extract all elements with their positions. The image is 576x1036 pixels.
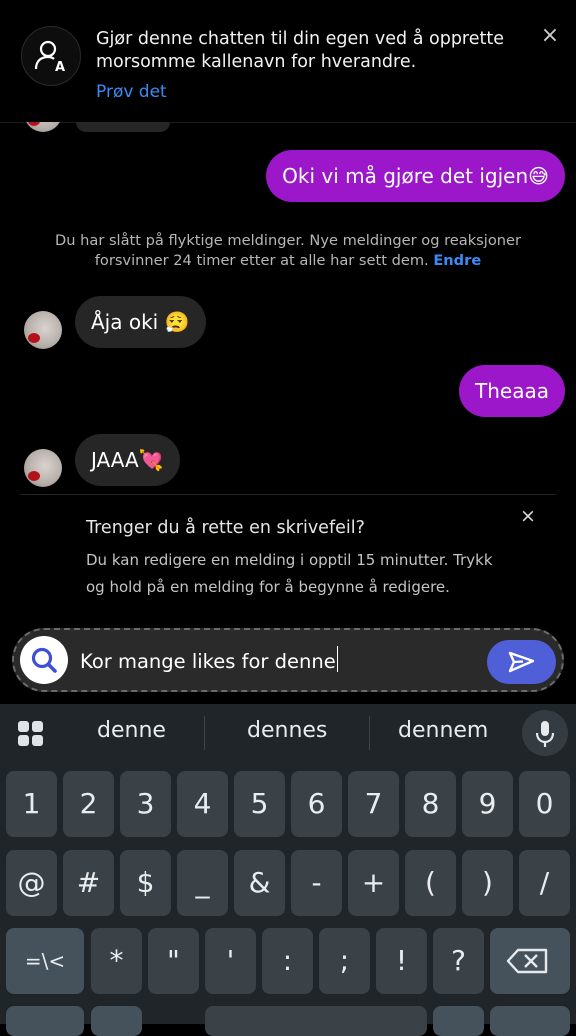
contact-avatar[interactable] <box>24 311 62 349</box>
edit-tip-body: Du kan redigere en melding i opptil 15 m… <box>86 551 493 596</box>
divider <box>20 494 556 495</box>
enter-key[interactable] <box>490 1006 570 1036</box>
suggestion-3[interactable]: dennem <box>398 718 488 743</box>
space-key[interactable] <box>205 1006 427 1036</box>
key-3[interactable]: 3 <box>120 771 171 837</box>
key-minus[interactable]: - <box>291 850 342 916</box>
key-2[interactable]: 2 <box>63 771 114 837</box>
backspace-key[interactable] <box>490 928 570 994</box>
key-7[interactable]: 7 <box>348 771 399 837</box>
nickname-icon: A <box>21 26 81 86</box>
period-key[interactable] <box>433 1006 484 1036</box>
microphone-button[interactable] <box>522 710 568 756</box>
key-4[interactable]: 4 <box>177 771 228 837</box>
key-exclamation[interactable]: ! <box>376 928 427 994</box>
key-dollar[interactable]: $ <box>120 850 171 916</box>
abc-key[interactable] <box>6 1006 84 1036</box>
key-double-quote[interactable]: " <box>148 928 199 994</box>
key-6[interactable]: 6 <box>291 771 342 837</box>
key-5[interactable]: 5 <box>234 771 285 837</box>
incoming-message[interactable]: JAAA💘 <box>75 434 180 486</box>
apps-grid-icon[interactable] <box>17 720 44 747</box>
outgoing-message[interactable]: Oki vi må gjøre det igjen😅 <box>266 150 565 202</box>
tip-close-icon[interactable]: × <box>518 505 538 527</box>
previous-message-bubble[interactable] <box>76 122 170 132</box>
key-hash[interactable]: # <box>63 850 114 916</box>
key-asterisk[interactable]: * <box>91 928 142 994</box>
previous-message-avatar <box>24 122 62 132</box>
try-it-link[interactable]: Prøv det <box>96 82 167 102</box>
key-close-paren[interactable]: ) <box>462 850 513 916</box>
outgoing-message[interactable]: Theaaa <box>459 365 565 417</box>
key-plus[interactable]: + <box>348 850 399 916</box>
incoming-message[interactable]: Åja oki 😮‍💨 <box>75 296 206 348</box>
key-colon[interactable]: : <box>262 928 313 994</box>
edit-tip-title: Trenger du å rette en skrivefeil? <box>86 518 365 538</box>
suggestion-divider <box>204 716 205 750</box>
key-at[interactable]: @ <box>6 850 57 916</box>
key-9[interactable]: 9 <box>462 771 513 837</box>
banner-text: Gjør denne chatten til din egen ved å op… <box>96 29 504 72</box>
change-link[interactable]: Endre <box>433 252 481 269</box>
key-1[interactable]: 1 <box>6 771 57 837</box>
send-button[interactable] <box>487 640 556 684</box>
banner-close-icon[interactable]: × <box>538 24 562 48</box>
svg-text:A: A <box>55 60 65 75</box>
search-icon <box>31 647 57 673</box>
key-slash[interactable]: / <box>519 850 570 916</box>
key-0[interactable]: 0 <box>519 771 570 837</box>
suggestion-divider <box>369 716 370 750</box>
key-semicolon[interactable]: ; <box>319 928 370 994</box>
symbols-page-key[interactable]: =\< <box>6 928 84 994</box>
key-underscore[interactable]: _ <box>177 850 228 916</box>
text-caret <box>337 646 338 672</box>
comma-key[interactable] <box>91 1006 142 1036</box>
key-8[interactable]: 8 <box>405 771 456 837</box>
search-button[interactable] <box>20 636 68 684</box>
backspace-icon <box>506 948 548 974</box>
disappearing-messages-note: Du har slått på flyktige meldinger. Nye … <box>40 231 536 271</box>
message-input[interactable] <box>80 646 480 676</box>
key-single-quote[interactable]: ' <box>205 928 256 994</box>
microphone-icon <box>535 721 555 747</box>
key-ampersand[interactable]: & <box>234 850 285 916</box>
suggestion-2[interactable]: dennes <box>247 718 327 743</box>
key-open-paren[interactable]: ( <box>405 850 456 916</box>
contact-avatar[interactable] <box>24 449 62 487</box>
key-question[interactable]: ? <box>433 928 484 994</box>
send-icon <box>508 651 535 673</box>
suggestion-1[interactable]: denne <box>97 718 166 743</box>
